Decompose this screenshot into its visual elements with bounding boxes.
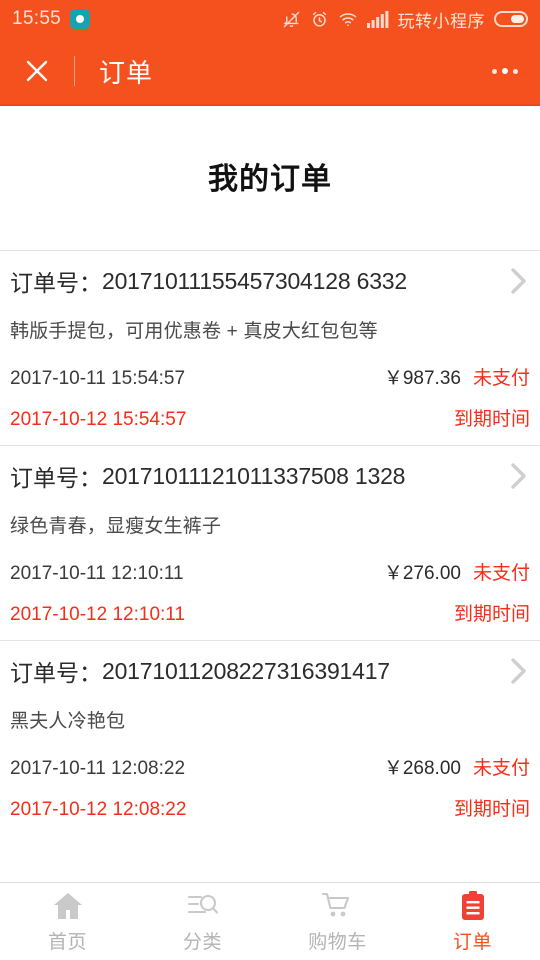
order-price: ￥987.36 xyxy=(383,368,461,389)
chevron-right-icon[interactable] xyxy=(500,653,530,689)
order-card[interactable]: 订单号： 20171011155457304128 6332 韩版手提包，可用优… xyxy=(0,250,540,445)
nav-divider xyxy=(74,56,75,86)
order-expires-at: 2017-10-12 12:10:11 xyxy=(10,604,186,625)
alarm-clock-icon xyxy=(310,10,329,29)
expiry-label: 到期时间 xyxy=(453,604,530,625)
order-price: ￥276.00 xyxy=(383,563,461,584)
order-no-label: 订单号： xyxy=(10,270,102,296)
more-options-icon[interactable] xyxy=(492,68,518,74)
chevron-right-icon[interactable] xyxy=(500,458,530,494)
nav-bar: 订单 xyxy=(0,38,540,106)
tab-label: 分类 xyxy=(182,932,222,953)
chevron-right-icon[interactable] xyxy=(500,263,530,299)
order-created-at: 2017-10-11 12:08:22 xyxy=(10,758,186,779)
tab-label: 购物车 xyxy=(308,932,367,953)
page-title: 我的订单 xyxy=(208,163,332,196)
order-no-value: 20171011121011337508 1328 xyxy=(102,462,406,489)
expiry-label: 到期时间 xyxy=(453,409,530,430)
wifi-icon xyxy=(338,10,358,29)
nav-title: 订单 xyxy=(99,57,154,88)
order-summary-row: 2017-10-11 12:08:22 ￥268.00 未支付 xyxy=(10,747,530,792)
order-no-value: 20171011208227316391417 xyxy=(102,657,390,684)
order-header[interactable]: 订单号： 20171011121011337508 1328 xyxy=(10,446,530,504)
order-header[interactable]: 订单号： 20171011208227316391417 xyxy=(10,641,530,699)
expiry-label: 到期时间 xyxy=(453,799,530,820)
status-bar: 15:55 玩转小程序 xyxy=(0,0,540,38)
order-header[interactable]: 订单号： 20171011155457304128 6332 xyxy=(10,251,530,309)
close-icon[interactable] xyxy=(22,56,52,86)
order-card[interactable]: 订单号： 20171011121011337508 1328 绿色青春，显瘦女生… xyxy=(0,445,540,640)
status-time: 15:55 xyxy=(12,8,62,29)
order-expires-at: 2017-10-12 15:54:57 xyxy=(10,409,187,430)
order-no-value: 20171011155457304128 6332 xyxy=(102,267,407,294)
order-card[interactable]: 订单号： 20171011208227316391417 黑夫人冷艳包 2017… xyxy=(0,640,540,835)
shopping-cart-icon xyxy=(321,889,355,923)
status-badge: 未支付 xyxy=(472,563,530,584)
category-search-icon xyxy=(186,889,220,923)
order-description: 绿色青春，显瘦女生裤子 xyxy=(10,516,222,537)
clipboard-order-icon xyxy=(459,889,487,923)
order-created-at: 2017-10-11 12:10:11 xyxy=(10,563,184,584)
tab-home[interactable]: 首页 xyxy=(0,883,135,960)
order-price: ￥268.00 xyxy=(383,758,461,779)
order-summary-row: 2017-10-11 12:10:11 ￥276.00 未支付 xyxy=(10,552,530,597)
bottom-tab-bar: 首页 分类 购物车 订单 xyxy=(0,882,540,960)
status-badge: 未支付 xyxy=(472,758,530,779)
tab-orders[interactable]: 订单 xyxy=(405,883,540,960)
battery-icon xyxy=(494,11,528,27)
order-description: 韩版手提包，可用优惠卷 + 真皮大红包包等 xyxy=(10,321,378,342)
order-expiry-row: 2017-10-12 12:10:11 到期时间 xyxy=(10,597,530,640)
carrier-label: 玩转小程序 xyxy=(397,11,485,31)
camera-app-icon xyxy=(70,9,91,29)
status-badge: 未支付 xyxy=(472,368,530,389)
order-summary-row: 2017-10-11 15:54:57 ￥987.36 未支付 xyxy=(10,357,530,402)
tab-label: 首页 xyxy=(47,932,87,953)
order-created-at: 2017-10-11 15:54:57 xyxy=(10,368,186,389)
tab-cart[interactable]: 购物车 xyxy=(270,883,405,960)
signal-bars-icon xyxy=(366,10,389,28)
order-expiry-row: 2017-10-12 15:54:57 到期时间 xyxy=(10,402,530,445)
home-icon xyxy=(52,889,84,923)
bell-muted-icon xyxy=(282,10,301,29)
tab-category[interactable]: 分类 xyxy=(135,883,270,960)
status-icons: 玩转小程序 xyxy=(282,7,528,32)
tab-label: 订单 xyxy=(452,932,492,953)
order-description: 黑夫人冷艳包 xyxy=(10,711,126,732)
order-no-label: 订单号： xyxy=(10,660,102,686)
order-no-label: 订单号： xyxy=(10,465,102,491)
order-list: 订单号： 20171011155457304128 6332 韩版手提包，可用优… xyxy=(0,250,540,835)
order-expires-at: 2017-10-12 12:08:22 xyxy=(10,799,187,820)
order-expiry-row: 2017-10-12 12:08:22 到期时间 xyxy=(10,792,530,835)
